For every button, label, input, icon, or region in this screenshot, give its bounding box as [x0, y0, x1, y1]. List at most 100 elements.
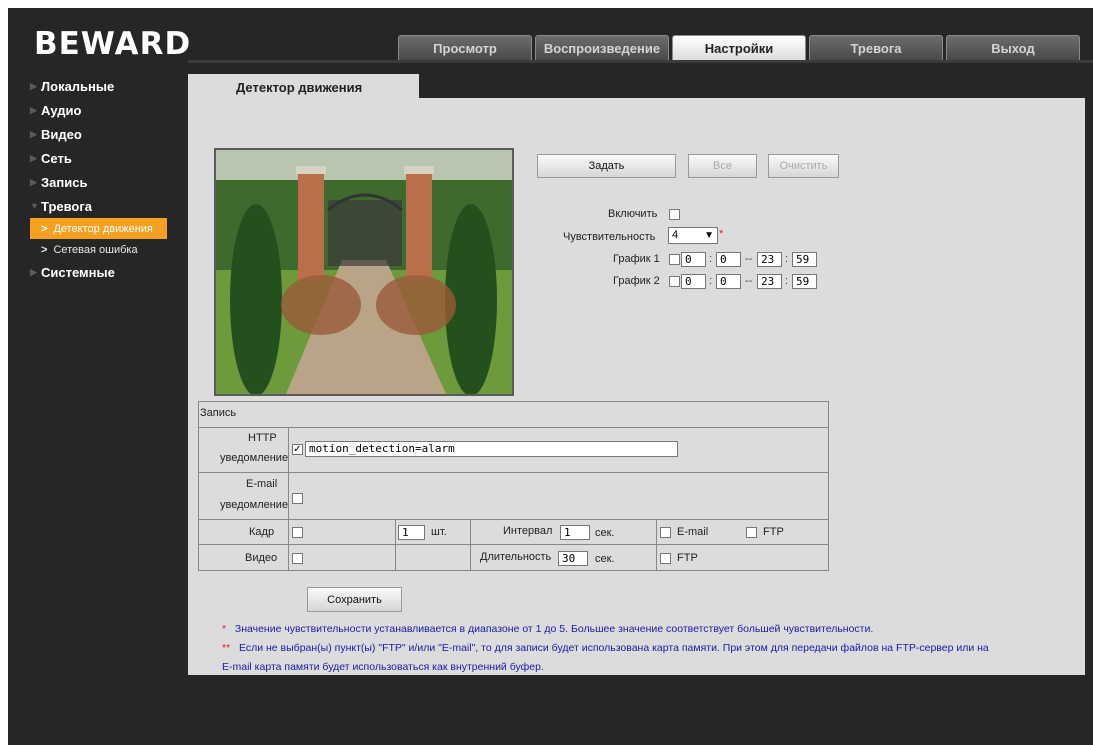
sidebar-item-label: Системные [41, 264, 115, 280]
http-label-line1: HTTP [248, 432, 277, 444]
triangle-down-icon: ▼ [30, 201, 39, 211]
sidebar-item-local[interactable]: ▶ Локальные [30, 74, 178, 98]
frame-label: Кадр [249, 526, 275, 538]
time-separator: : [709, 253, 713, 265]
enable-label: Включить [608, 208, 658, 220]
frame-email-checkbox[interactable] [660, 527, 671, 538]
email-label-line2: уведомление [220, 499, 289, 511]
top-navigation: Просмотр Воспроизведение Настройки Трево… [398, 35, 1083, 61]
range-separator: -- [745, 275, 753, 287]
triangle-right-icon: ▶ [30, 104, 37, 115]
content-tab-title: Детектор движения [188, 74, 419, 100]
triangle-right-icon: ▶ [30, 80, 37, 91]
clear-button[interactable]: Очистить [768, 154, 839, 178]
sidebar-subitem-label: Детектор движения [53, 222, 153, 235]
beward-logo: BEWARD [34, 26, 192, 62]
triangle-right-icon: ▶ [30, 128, 37, 139]
schedule2-checkbox[interactable] [669, 276, 680, 287]
table-cell [288, 472, 829, 519]
schedule2-start-minute[interactable]: 0 [716, 274, 741, 289]
http-notify-input[interactable]: motion_detection=alarm [305, 441, 678, 457]
camera-preview[interactable] [214, 148, 514, 396]
sidebar-item-audio[interactable]: ▶ Аудио [30, 98, 178, 122]
schedule1-start-minute[interactable]: 0 [716, 252, 741, 267]
chevron-down-icon: ▼ [704, 230, 714, 241]
content-panel: Задать Все Очистить Включить Чувствитель… [188, 98, 1085, 675]
frame-checkbox[interactable] [292, 527, 303, 538]
record-settings-table: Запись HTTP уведомление ✓ motion_detecti… [198, 401, 829, 580]
sensitivity-select[interactable]: 4 ▼ [668, 227, 718, 244]
time-separator: : [785, 253, 789, 265]
tab-settings[interactable]: Настройки [672, 35, 806, 61]
camera-scene-image [216, 150, 512, 394]
interval-unit: сек. [595, 527, 615, 539]
table-cell [288, 544, 395, 571]
duration-unit: сек. [595, 553, 615, 565]
time-separator: : [709, 275, 713, 287]
storage-note-line2: E-mail карта памяти будет использоваться… [222, 661, 544, 673]
record-title: Запись [200, 407, 237, 419]
video-checkbox[interactable] [292, 553, 303, 564]
tab-alarm[interactable]: Тревога [809, 35, 943, 61]
app-frame: BEWARD Просмотр Воспроизведение Настройк… [8, 8, 1093, 745]
tab-playback[interactable]: Воспроизведение [535, 35, 669, 61]
required-asterisk: * [719, 228, 724, 240]
table-cell [198, 519, 288, 544]
enable-checkbox[interactable] [669, 209, 680, 220]
storage-note-line1: Если не выбран(ы) пункт(ы) "FTP" и/или "… [238, 642, 989, 654]
chevron-right-icon: > [41, 243, 48, 256]
triangle-right-icon: ▶ [30, 152, 37, 163]
tab-view[interactable]: Просмотр [398, 35, 532, 61]
video-label: Видео [245, 552, 278, 564]
sidebar-item-label: Локальные [41, 78, 115, 94]
schedule2-start-hour[interactable]: 0 [681, 274, 706, 289]
schedule2-label: График 2 [613, 275, 660, 287]
sidebar-item-label: Видео [41, 126, 82, 142]
nav-divider [188, 60, 1093, 63]
interval-input[interactable]: 1 [560, 525, 590, 540]
video-ftp-checkbox[interactable] [660, 553, 671, 564]
schedule1-label: График 1 [613, 253, 660, 265]
sidebar-item-video[interactable]: ▶ Видео [30, 122, 178, 146]
video-ftp-label: FTP [677, 552, 698, 564]
sidebar-item-network[interactable]: ▶ Сеть [30, 146, 178, 170]
email-notify-checkbox[interactable] [292, 493, 303, 504]
duration-label: Длительность [480, 551, 552, 563]
table-cell [288, 519, 395, 544]
schedule1-end-minute[interactable]: 59 [792, 252, 817, 267]
table-cell [395, 544, 470, 571]
schedule1-end-hour[interactable]: 23 [757, 252, 782, 267]
sensitivity-note-text: Значение чувствительности устанавливаетс… [234, 623, 874, 635]
duration-input[interactable]: 30 [558, 551, 588, 566]
schedule2-end-minute[interactable]: 59 [792, 274, 817, 289]
sidebar-item-alarm[interactable]: ▼ Тревога [30, 194, 178, 218]
sidebar: ▶ Локальные ▶ Аудио ▶ Видео ▶ Сеть ▶ Запись ▼… [30, 74, 178, 284]
time-separator: : [785, 275, 789, 287]
schedule2-end-hour[interactable]: 23 [757, 274, 782, 289]
http-notify-checkbox[interactable]: ✓ [292, 444, 303, 455]
sidebar-item-label: Запись [41, 174, 88, 190]
frame-email-label: E-mail [677, 526, 709, 538]
sidebar-subitem-motion-detector[interactable]: > Детектор движения [30, 218, 167, 239]
save-button[interactable]: Сохранить [307, 587, 402, 612]
sidebar-item-label: Сеть [41, 150, 72, 166]
schedule1-checkbox[interactable] [669, 254, 680, 265]
sidebar-item-label: Тревога [41, 198, 93, 214]
email-label-line1: E-mail [246, 478, 278, 490]
select-all-button[interactable]: Все [688, 154, 757, 178]
sensitivity-value: 4 [672, 229, 679, 241]
interval-label: Интервал [503, 525, 553, 537]
frame-ftp-label: FTP [763, 526, 784, 538]
set-button[interactable]: Задать [537, 154, 676, 178]
frame-ftp-checkbox[interactable] [746, 527, 757, 538]
frame-count-input[interactable]: 1 [398, 525, 425, 540]
sidebar-item-record[interactable]: ▶ Запись [30, 170, 178, 194]
sidebar-item-system[interactable]: ▶ Системные [30, 260, 178, 284]
chevron-right-icon: > [41, 222, 48, 235]
http-label-line2: уведомление [220, 452, 289, 464]
note-asterisk: * [222, 623, 227, 635]
tab-exit[interactable]: Выход [946, 35, 1080, 61]
storage-note: ** Если не выбран(ы) пункт(ы) "FTP" и/ил… [222, 642, 989, 654]
schedule1-start-hour[interactable]: 0 [681, 252, 706, 267]
sidebar-subitem-network-error[interactable]: > Сетевая ошибка [30, 239, 178, 260]
